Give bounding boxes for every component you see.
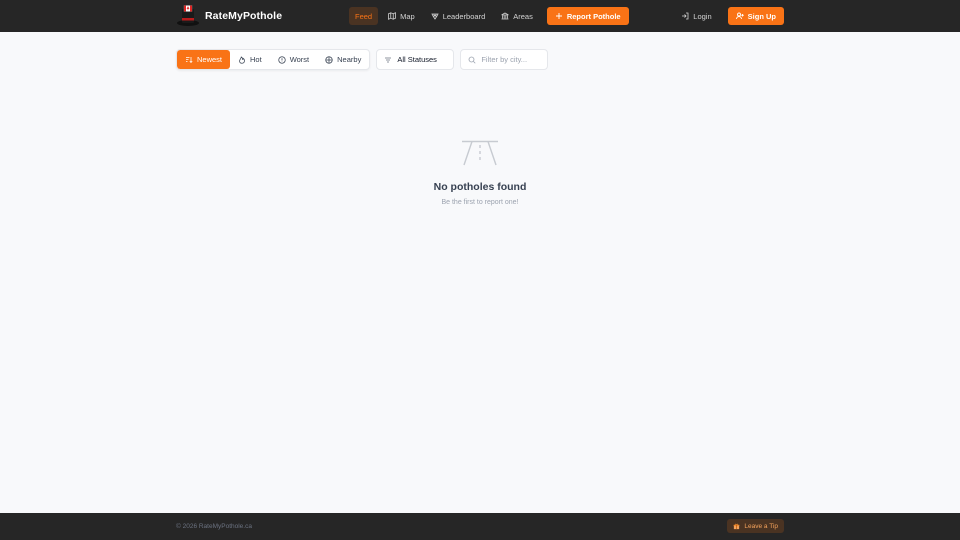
footer: © 2026 RateMyPothole.ca Leave a Tip	[0, 513, 960, 540]
sort-tab-nearby-label: Nearby	[337, 55, 362, 64]
login-button[interactable]: Login	[675, 7, 717, 25]
status-filter-value: All Statuses	[397, 55, 437, 64]
alert-circle-icon	[278, 55, 286, 64]
sort-icon	[186, 56, 193, 63]
sort-tab-worst[interactable]: Worst	[270, 50, 317, 69]
brand-name: RateMyPothole	[205, 10, 283, 22]
sort-tab-nearby[interactable]: Nearby	[317, 50, 369, 69]
road-icon	[462, 140, 498, 166]
login-icon	[682, 12, 689, 20]
top-navbar: RateMyPothole Feed Map Leaderboard Areas…	[0, 0, 960, 32]
nav-areas[interactable]: Areas	[495, 7, 539, 25]
nav-feed[interactable]: Feed	[349, 7, 379, 25]
nav-feed-label: Feed	[355, 11, 373, 21]
login-label: Login	[693, 11, 712, 21]
main-nav: Feed Map Leaderboard Areas Report Pothol…	[349, 0, 629, 32]
empty-state: No potholes found Be the first to report…	[0, 140, 960, 206]
brand-link[interactable]: RateMyPothole	[176, 0, 282, 32]
nav-leaderboard-label: Leaderboard	[442, 11, 486, 21]
sort-tab-hot-label: Hot	[250, 55, 262, 64]
filter-bar: Newest Hot Worst Nearby All Statuses	[176, 49, 549, 70]
sort-tabs: Newest Hot Worst Nearby	[176, 49, 371, 70]
status-filter-select[interactable]: All Statuses	[376, 49, 455, 70]
city-filter-input[interactable]	[481, 55, 548, 64]
leave-tip-button[interactable]: Leave a Tip	[727, 519, 784, 533]
plus-icon	[555, 13, 562, 19]
map-icon	[388, 12, 397, 20]
nav-map[interactable]: Map	[382, 7, 421, 25]
nav-map-label: Map	[400, 11, 415, 21]
report-pothole-label: Report Pothole	[566, 11, 621, 21]
gift-icon	[734, 523, 740, 529]
sort-tab-newest[interactable]: Newest	[177, 50, 231, 69]
sort-tab-worst-label: Worst	[289, 55, 310, 64]
search-icon	[468, 56, 476, 64]
report-pothole-button[interactable]: Report Pothole	[546, 7, 629, 25]
filter-lines-icon	[385, 57, 392, 62]
nav-areas-label: Areas	[513, 11, 533, 21]
leave-tip-label: Leave a Tip	[744, 522, 778, 530]
top-hat-logo-icon	[177, 5, 199, 26]
auth-actions: Login Sign Up	[675, 0, 784, 32]
sort-tab-newest-label: Newest	[197, 55, 223, 64]
copyright-text: © 2026 RateMyPothole.ca	[176, 523, 252, 530]
flame-icon	[239, 55, 245, 64]
city-filter	[460, 49, 549, 70]
signup-label: Sign Up	[747, 11, 776, 21]
crosshair-icon	[325, 55, 333, 64]
sort-tab-hot[interactable]: Hot	[230, 50, 270, 69]
building-icon	[501, 12, 509, 20]
signup-button[interactable]: Sign Up	[727, 7, 784, 25]
trophy-icon	[431, 13, 439, 20]
nav-leaderboard[interactable]: Leaderboard	[425, 7, 492, 25]
user-plus-icon	[735, 12, 744, 20]
empty-state-title: No potholes found	[433, 181, 527, 193]
empty-state-subtitle: Be the first to report one!	[441, 199, 519, 206]
